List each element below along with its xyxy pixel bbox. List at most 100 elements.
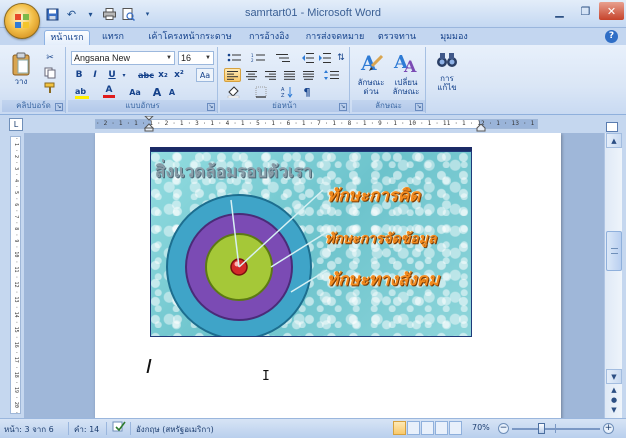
ruler-bar: L · 2 · 1 · 1 · 1 · 2 · 1 · 3 · 1 · 4 · … xyxy=(0,115,626,133)
indent-marker-icon[interactable] xyxy=(144,116,154,132)
outline-view-icon[interactable] xyxy=(435,421,448,435)
view-ruler-icon[interactable] xyxy=(606,122,618,132)
vertical-scrollbar[interactable]: ▲ ▼ ▲ ● ▼ xyxy=(604,133,622,418)
strikethrough-button[interactable]: abc xyxy=(136,68,156,82)
line-spacing-icon[interactable] xyxy=(320,68,344,82)
word-count[interactable]: คำ: 14 xyxy=(74,423,99,436)
sort-az-icon[interactable]: AZ xyxy=(278,85,296,99)
tab-home[interactable]: หน้าแรก xyxy=(44,30,90,45)
status-separator xyxy=(68,422,69,435)
next-page-icon[interactable]: ▼ xyxy=(606,405,622,416)
help-icon[interactable]: ? xyxy=(605,30,618,43)
maximize-button[interactable]: ❐ xyxy=(573,2,598,20)
quick-styles-button[interactable]: A ลักษณะ ด่วน xyxy=(354,49,388,99)
draft-view-icon[interactable] xyxy=(449,421,462,435)
change-styles-button[interactable]: AA เปลี่ยน ลักษณะ xyxy=(389,49,423,99)
office-button[interactable] xyxy=(4,3,40,39)
align-center-icon[interactable] xyxy=(243,68,260,82)
print-layout-view-icon[interactable] xyxy=(393,421,406,435)
clear-formatting-button[interactable]: Aa xyxy=(196,68,214,82)
page-count[interactable]: หน้า: 3 จาก 6 xyxy=(4,423,54,436)
svg-text:Z: Z xyxy=(281,93,285,98)
font-color-button[interactable]: A xyxy=(100,85,118,99)
tab-review[interactable]: ตรวจทาน xyxy=(373,30,421,45)
tab-insert[interactable]: แทรก xyxy=(95,30,131,45)
subscript-button[interactable]: x₂ xyxy=(156,68,170,82)
scroll-up-icon[interactable]: ▲ xyxy=(606,133,622,148)
zoom-level[interactable]: 70% xyxy=(472,423,490,432)
tab-mailings[interactable]: การส่งจดหมาย xyxy=(302,30,368,45)
label-thinking-skill: ทักษะการคิด xyxy=(327,186,421,206)
highlight-button[interactable]: ab xyxy=(72,85,94,99)
zoom-out-icon[interactable]: − xyxy=(498,423,509,434)
chevron-down-icon[interactable]: ▾ xyxy=(120,68,128,82)
chevron-down-icon[interactable]: ▼ xyxy=(203,52,213,64)
minimize-button[interactable]: ▁ xyxy=(547,2,572,20)
font-size-value: 16 xyxy=(181,53,192,63)
zoom-in-icon[interactable]: + xyxy=(603,423,614,434)
grow-font-button[interactable]: A xyxy=(150,85,164,99)
paragraph-launcher-icon[interactable]: ↘ xyxy=(339,103,347,111)
decrease-indent-icon[interactable] xyxy=(300,51,316,65)
font-name-combo[interactable]: Angsana New ▼ xyxy=(71,51,175,65)
zoom-slider-thumb[interactable] xyxy=(537,423,545,434)
paste-label: วาง xyxy=(14,77,28,86)
sort-icon[interactable]: ⇅ xyxy=(334,51,348,65)
tab-references[interactable]: การอ้างอิง xyxy=(240,30,298,45)
web-layout-view-icon[interactable] xyxy=(421,421,434,435)
change-case-button[interactable]: Aa xyxy=(124,85,146,99)
borders-icon[interactable] xyxy=(250,85,272,99)
shading-icon[interactable] xyxy=(224,85,246,99)
zoom-slider-track[interactable] xyxy=(512,428,600,430)
superscript-button[interactable]: x² xyxy=(172,68,186,82)
grip-icon xyxy=(611,248,618,254)
format-painter-icon[interactable] xyxy=(42,81,58,95)
proofing-icon[interactable] xyxy=(112,421,126,435)
full-screen-reading-view-icon[interactable] xyxy=(407,421,420,435)
vertical-ruler[interactable]: · 1 · 2 · 3 · 4 · 5 · 6 · 7 · 8 · 9 · 10… xyxy=(10,136,21,414)
styles-launcher-icon[interactable]: ↘ xyxy=(415,103,423,111)
tab-view[interactable]: มุมมอง xyxy=(432,30,476,45)
tab-selector-button[interactable]: L xyxy=(9,118,23,131)
distributed-icon[interactable] xyxy=(300,68,317,82)
paste-button[interactable]: วาง xyxy=(8,49,34,89)
tab-page-layout[interactable]: เค้าโครงหน้ากระดาษ xyxy=(140,30,240,45)
label-data-skill: ทักษะการจัดข้อมูล xyxy=(325,231,437,247)
title-bar: ↶ ▾ ▾ samrtart01 - Microsoft Word ▁ ❐ ✕ xyxy=(0,0,626,28)
underline-button[interactable]: U xyxy=(105,68,119,82)
numbering-icon[interactable]: 12 xyxy=(248,51,270,65)
binoculars-icon xyxy=(437,53,457,67)
editing-group: การ แก้ไข xyxy=(428,47,466,113)
close-button[interactable]: ✕ xyxy=(599,2,624,20)
status-separator xyxy=(130,422,131,435)
align-left-icon[interactable] xyxy=(224,68,241,82)
text-cursor xyxy=(146,359,152,373)
shrink-font-button[interactable]: A xyxy=(165,85,179,99)
multilevel-list-icon[interactable] xyxy=(272,51,294,65)
smartart-picture[interactable]: สิ่งแวดล้อมรอบตัวเรา ทักษะการคิด ทักษะกา… xyxy=(150,151,472,337)
align-right-icon[interactable] xyxy=(262,68,279,82)
font-size-combo[interactable]: 16 ▼ xyxy=(178,51,214,65)
ruler-ticks: · 2 · 1 · 1 · 1 · 2 · 1 · 3 · 1 · 4 · 1 … xyxy=(96,120,537,127)
language-indicator[interactable]: อังกฤษ (สหรัฐอเมริกา) xyxy=(136,423,214,436)
editing-label: การ แก้ไข xyxy=(437,74,457,92)
chevron-down-icon[interactable]: ▼ xyxy=(164,52,174,64)
show-marks-button[interactable]: ¶ xyxy=(300,85,314,99)
font-launcher-icon[interactable]: ↘ xyxy=(207,103,215,111)
bold-button[interactable]: B xyxy=(72,68,86,82)
right-indent-marker-icon[interactable] xyxy=(476,124,486,132)
italic-button[interactable]: I xyxy=(88,68,102,82)
increase-indent-icon[interactable] xyxy=(317,51,333,65)
copy-icon[interactable] xyxy=(42,66,58,80)
editing-button[interactable]: การ แก้ไข xyxy=(430,49,464,99)
clipboard-launcher-icon[interactable]: ↘ xyxy=(55,103,63,111)
scroll-down-icon[interactable]: ▼ xyxy=(606,369,622,384)
scroll-thumb[interactable] xyxy=(606,231,622,271)
bullets-icon[interactable] xyxy=(224,51,246,65)
document-page[interactable]: สิ่งแวดล้อมรอบตัวเรา ทักษะการคิด ทักษะกา… xyxy=(95,133,561,418)
font-color-swatch xyxy=(103,95,115,98)
horizontal-ruler[interactable]: · 2 · 1 · 1 · 1 · 2 · 1 · 3 · 1 · 4 · 1 … xyxy=(95,116,538,132)
justify-icon[interactable] xyxy=(281,68,298,82)
cut-icon[interactable]: ✂ xyxy=(42,51,58,65)
document-area[interactable]: สิ่งแวดล้อมรอบตัวเรา ทักษะการคิด ทักษะกา… xyxy=(24,133,604,418)
